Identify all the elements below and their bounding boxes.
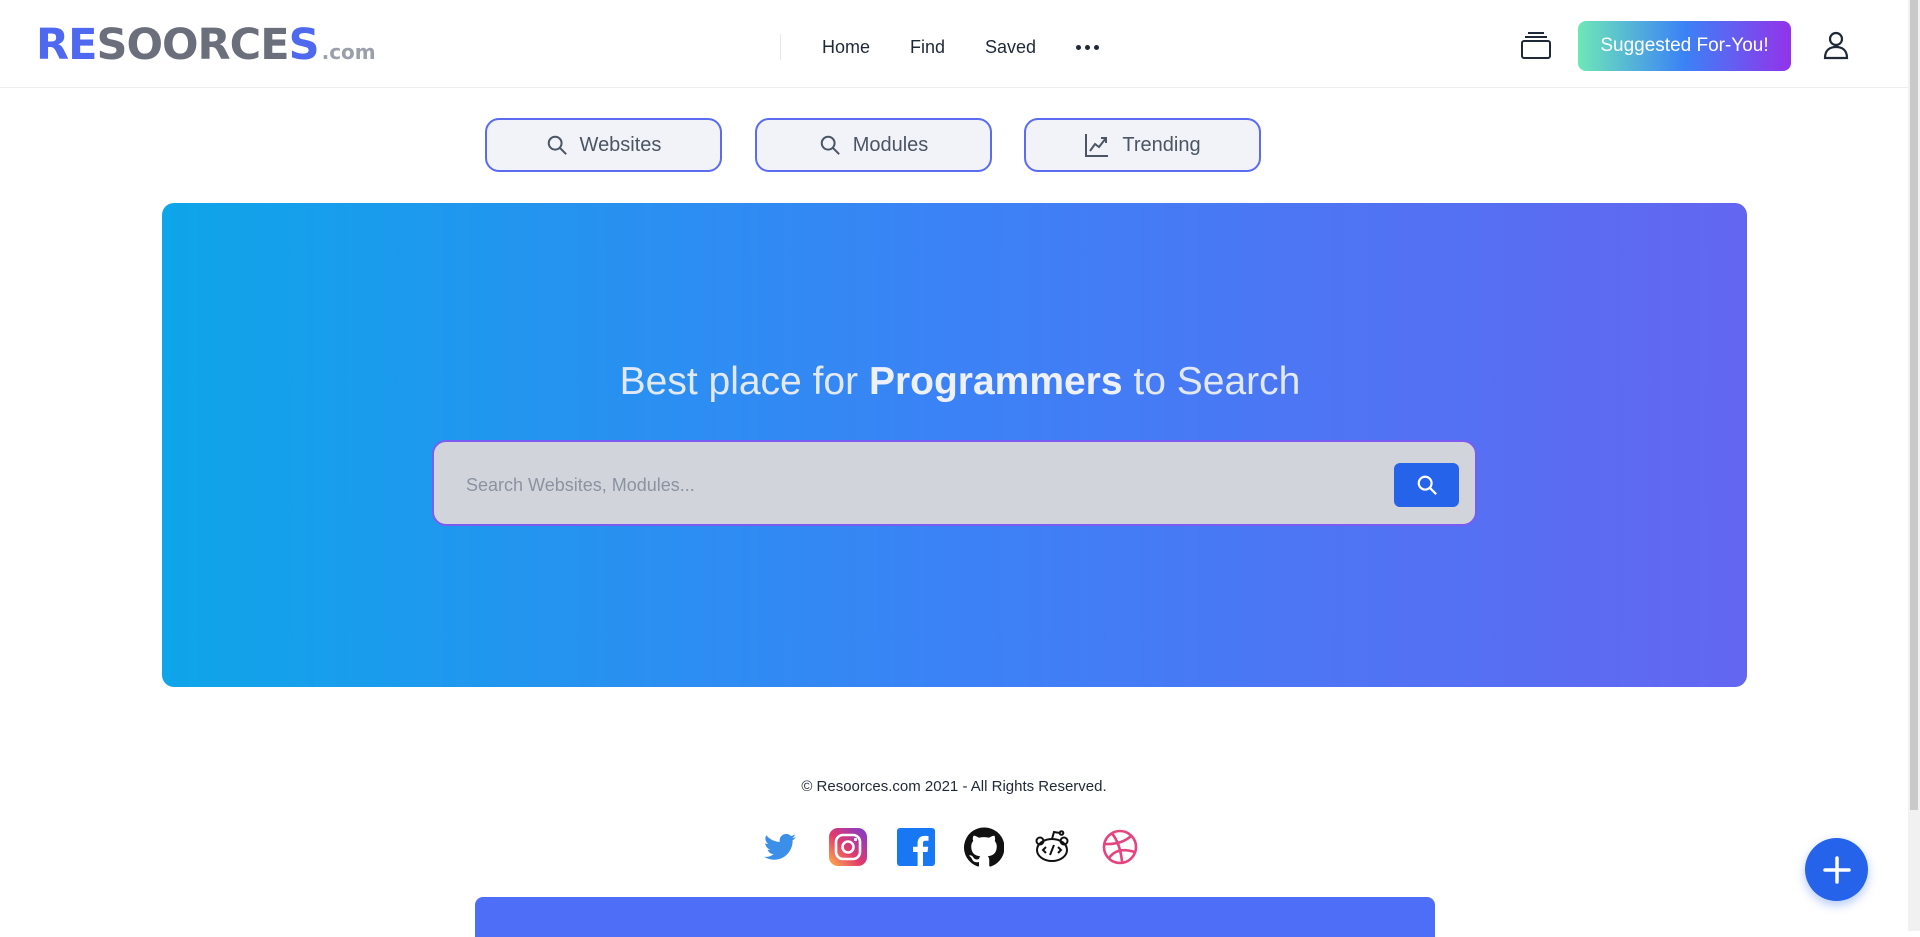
- filter-trending-button[interactable]: Trending: [1024, 118, 1261, 172]
- nav-home-link[interactable]: Home: [822, 28, 870, 66]
- hero-title: Best place for Programmers to Search: [619, 360, 1301, 403]
- trending-chart-icon: [1085, 134, 1109, 157]
- nav-divider: [780, 34, 781, 60]
- hero-search-box: [432, 440, 1477, 526]
- filter-modules-label: Modules: [852, 133, 929, 156]
- search-input[interactable]: [464, 464, 1368, 506]
- stacked-cards-icon[interactable]: [1520, 30, 1552, 60]
- logo-text: RESOORCES: [36, 20, 320, 70]
- github-icon[interactable]: [963, 827, 1005, 867]
- filter-modules-button[interactable]: Modules: [755, 118, 992, 172]
- top-navbar: RESOORCES .com Home Find Saved Suggested…: [0, 0, 1908, 88]
- main-nav: Home Find Saved: [822, 28, 1100, 66]
- plus-icon: [1822, 855, 1851, 884]
- instagram-icon[interactable]: [828, 827, 868, 867]
- logo-tld: .com: [321, 40, 376, 64]
- facebook-icon[interactable]: [896, 827, 936, 867]
- filter-trending-label: Trending: [1122, 133, 1201, 156]
- filter-websites-label: Websites: [579, 133, 662, 156]
- footer-bar: [475, 897, 1435, 937]
- page-scrollbar[interactable]: [1908, 0, 1920, 931]
- hero-title-highlight: Programmers: [868, 360, 1123, 403]
- logo[interactable]: RESOORCES .com: [36, 18, 376, 72]
- user-icon[interactable]: [1822, 30, 1850, 60]
- filter-websites-button[interactable]: Websites: [485, 118, 722, 172]
- social-links: [760, 827, 1140, 867]
- more-horizontal-icon[interactable]: [1076, 28, 1100, 66]
- search-icon: [1417, 475, 1437, 495]
- search-icon: [820, 135, 840, 155]
- scrollbar-thumb[interactable]: [1910, 0, 1918, 810]
- reddit-code-icon[interactable]: [1032, 827, 1072, 867]
- suggested-for-you-button[interactable]: Suggested For-You!: [1578, 21, 1791, 71]
- add-button[interactable]: [1805, 838, 1868, 901]
- dribbble-icon[interactable]: [1100, 827, 1140, 867]
- nav-find-link[interactable]: Find: [910, 28, 945, 66]
- nav-saved-link[interactable]: Saved: [985, 28, 1036, 66]
- search-icon: [547, 135, 567, 155]
- copyright-text: © Resoorces.com 2021 - All Rights Reserv…: [801, 778, 1107, 795]
- search-button[interactable]: [1394, 463, 1459, 507]
- twitter-icon[interactable]: [760, 827, 800, 867]
